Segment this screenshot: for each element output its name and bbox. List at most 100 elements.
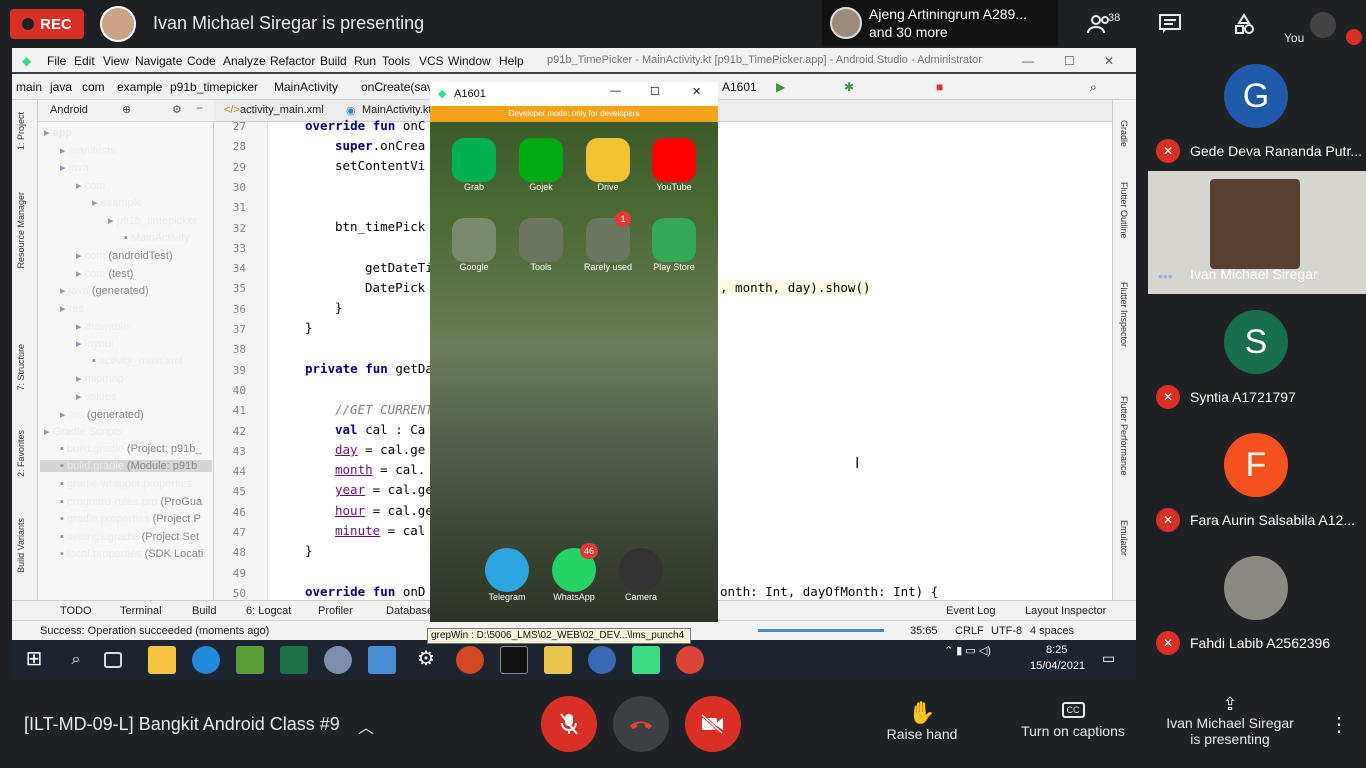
tree-item[interactable]: ▪ local.properties (SDK Locati [60,548,203,560]
menu-refactor[interactable]: Refactor [270,54,315,68]
file-explorer-icon[interactable] [148,646,176,674]
activities-icon[interactable] [1230,10,1258,38]
participant-tile[interactable]: Fahdi Labib A2562396 ✕ [1148,540,1366,663]
menu-run[interactable]: Run [354,54,376,68]
menu-tools[interactable]: Tools [382,54,410,68]
crumb-class[interactable]: MainActivity [274,80,338,94]
presenting-button[interactable]: ⇪ Ivan Michael Siregar is presenting [1162,694,1298,747]
hide-panel-icon[interactable]: − [196,101,203,115]
app-icon-google[interactable] [452,218,496,262]
app-icon-tools[interactable] [519,218,563,262]
tool-build[interactable]: Build [192,605,216,617]
tool-todo[interactable]: TODO [60,605,92,617]
tool-emulator[interactable]: Emulator [1119,520,1129,556]
menu-window[interactable]: Window [448,54,491,68]
crumb-main[interactable]: main [16,80,42,94]
crumb-com[interactable]: com [82,80,105,94]
tree-item[interactable]: ▸ com (androidTest) [76,249,173,262]
tree-item[interactable]: ▪ gradle.properties (Project P [60,513,201,525]
chat-icon[interactable] [1156,10,1184,38]
menu-analyze[interactable]: Analyze [223,54,266,68]
tool-build-variants[interactable]: Build Variants [16,518,26,573]
tree-item[interactable]: ▸ com [76,179,105,192]
app-icon-grab[interactable] [452,138,496,182]
tab-activity-main[interactable]: activity_main.xml [240,104,324,116]
menu-navigate[interactable]: Navigate [135,54,182,68]
tool-resource-manager[interactable]: Resource Manager [16,192,26,269]
app-icon-play-store[interactable] [652,218,696,262]
tree-item[interactable]: ▸ java (generated) [60,284,149,297]
minimize-icon[interactable]: — [610,85,621,97]
tool-gradle[interactable]: Gradle [1119,120,1129,147]
participant-tile[interactable]: Ivan Michael Siregar ••• [1148,171,1366,294]
locate-icon[interactable]: ⊕ [122,103,131,116]
tree-item[interactable]: ▸ p91b_timepicker [108,214,197,227]
tab-mainactivity[interactable]: MainActivity.kt [362,104,431,116]
participant-tile[interactable]: F Fara Aurin Salsabila A12... ✕ [1148,417,1366,540]
menu-view[interactable]: View [103,54,129,68]
crumb-java[interactable]: java [50,80,72,94]
cursor-position[interactable]: 35:65 [910,625,938,637]
search-icon[interactable]: ⌕ [62,646,90,674]
participant-tile[interactable]: G Gede Deva Rananda Putr... ✕ [1148,48,1366,171]
tree-item[interactable]: ▸ res (generated) [60,408,144,421]
menu-file[interactable]: File [47,54,66,68]
tree-item[interactable]: ▸ example [92,196,142,209]
stop-icon[interactable]: ■ [936,80,943,94]
tree-item[interactable]: ▪ build.gradle (Module: p91b [40,460,212,473]
app-icon-drive[interactable] [586,138,630,182]
app-icon-youtube[interactable] [652,138,696,182]
dock-icon-telegram[interactable] [485,548,529,592]
crumb-example[interactable]: example [117,80,162,94]
windows-start-icon[interactable]: ⊞ [20,646,48,674]
menu-code[interactable]: Code [187,54,216,68]
tree-item[interactable]: ▪ build.gradle (Project: p91b_ [60,443,202,455]
mic-off-button[interactable] [541,696,597,752]
powerpoint-icon[interactable] [456,646,484,674]
app-icon[interactable] [588,646,616,674]
crumb-package[interactable]: p91b_timepicker [170,80,258,94]
app-icon[interactable] [324,646,352,674]
settings-gear-icon[interactable]: ⚙ [412,646,440,674]
tree-item[interactable]: ▪ activity_main.xml [92,355,183,367]
raise-hand-button[interactable]: ✋ Raise hand [880,700,964,742]
tree-item[interactable]: ▸ layout [76,337,114,350]
maximize-icon[interactable]: ☐ [650,85,660,98]
tree-item[interactable]: ▸ manifests [60,144,116,157]
maximize-icon[interactable]: ☐ [1064,54,1075,68]
panel-view-selector[interactable]: Android [50,104,88,116]
tree-item[interactable]: ▪ proguard-rules.pro (ProGua [60,496,202,508]
dock-icon-camera[interactable] [619,548,663,592]
captions-button[interactable]: CC Turn on captions [1014,700,1132,739]
run-icon[interactable]: ▶ [776,80,785,94]
terminal-icon[interactable] [500,646,528,674]
clock-time[interactable]: 8:25 [1046,644,1067,656]
tool-logcat[interactable]: 6: Logcat [246,605,291,617]
tree-item[interactable]: ▸ values [76,390,116,403]
tree-item[interactable]: ▸ drawable [76,320,129,333]
app-icon[interactable] [368,646,396,674]
tool-event-log[interactable]: Event Log [946,605,996,617]
file-encoding[interactable]: UTF-8 [991,625,1022,637]
meeting-title[interactable]: [ILT-MD-09-L] Bangkit Android Class #9 [24,714,340,735]
tray-icons[interactable]: ⌃ ▮ ▭ ◁) [944,644,991,657]
app-icon[interactable] [544,646,572,674]
camera-off-button[interactable] [685,696,741,752]
participant-tile[interactable]: S Syntia A1721797 ✕ [1148,294,1366,417]
tree-item[interactable]: ▸ app [44,126,72,139]
menu-build[interactable]: Build [320,54,347,68]
clock-date[interactable]: 15/04/2021 [1030,660,1085,672]
indent-setting[interactable]: 4 spaces [1030,625,1074,637]
debug-icon[interactable]: ✱ [844,80,854,94]
android-studio-icon[interactable] [632,646,660,674]
chevron-up-icon[interactable]: ︿ [358,714,374,738]
tree-item[interactable]: ▸ mipmap [76,372,124,385]
device-selector[interactable]: A1601 [722,80,757,94]
tree-item[interactable]: ▪ settings.gradle (Project Set [60,531,199,543]
close-icon[interactable]: ✕ [1104,54,1114,68]
tool-project[interactable]: 1: Project [16,112,26,150]
search-icon[interactable]: ⌕ [1090,80,1097,95]
more-options-icon[interactable]: ⋮ [1329,712,1349,737]
excel-icon[interactable] [280,646,308,674]
chrome-icon[interactable] [676,646,704,674]
